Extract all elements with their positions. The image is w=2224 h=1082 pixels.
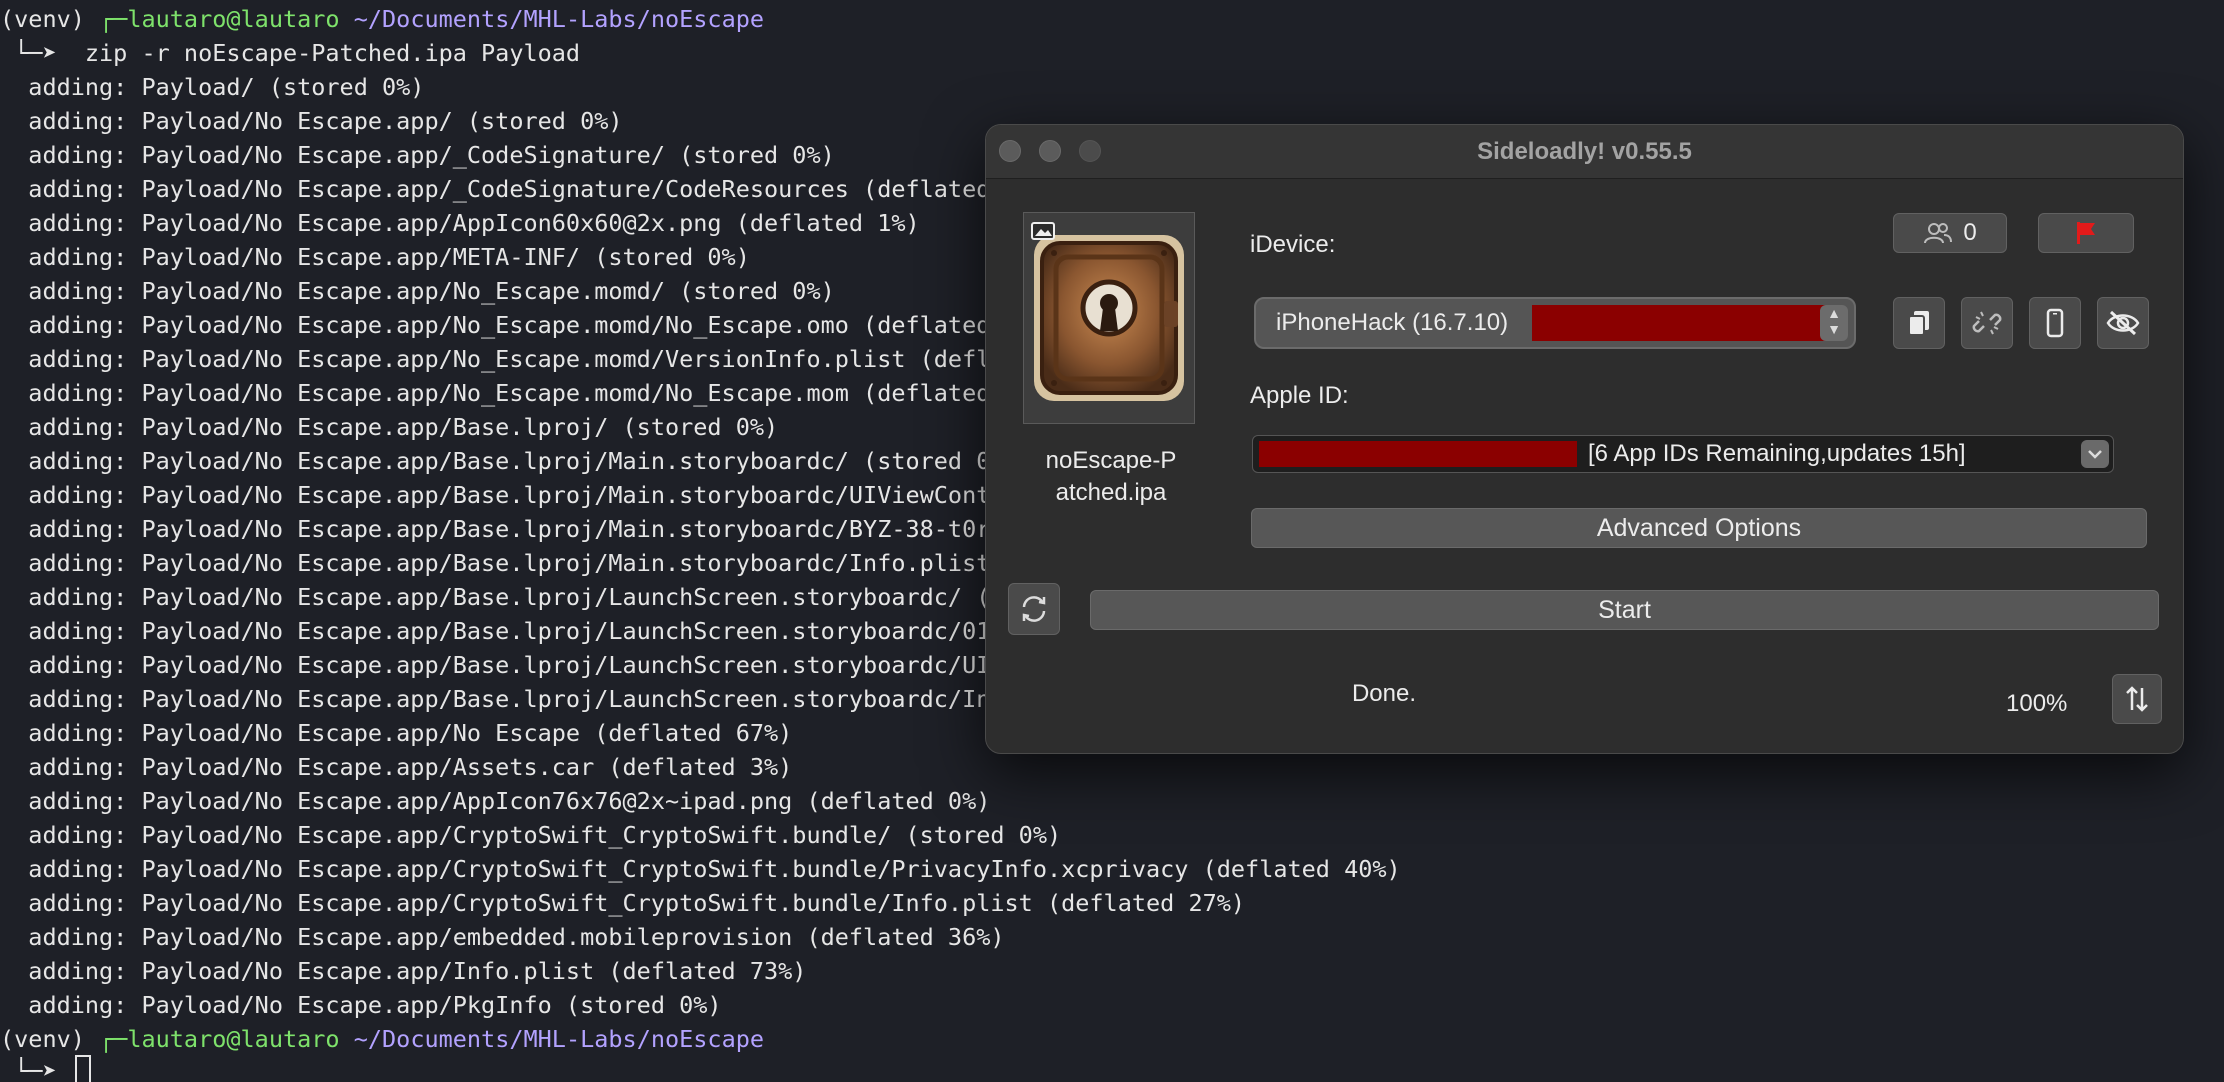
terminal-output-line: adding: Payload/No Escape.app/_CodeSigna… [0, 175, 991, 203]
terminal-prompt: (venv) ┌─lautaro@lautaro ~/Documents/MHL… [0, 2, 764, 36]
idevice-label: iDevice: [1250, 231, 1336, 258]
redaction-bar [1532, 305, 1827, 341]
terminal-output-line: adding: Payload/No Escape.app/Assets.car… [0, 753, 793, 781]
unlink-button[interactable] [1961, 297, 2013, 349]
terminal-input-line[interactable]: └─➤ [0, 1054, 91, 1082]
terminal-output-line: adding: Payload/No Escape.app/CryptoSwif… [0, 855, 1401, 883]
chevron-down-icon[interactable] [2081, 440, 2109, 468]
apple-id-combobox[interactable]: [6 App IDs Remaining,updates 15h] [1252, 435, 2114, 473]
terminal-prompt-2: (venv) ┌─lautaro@lautaro ~/Documents/MHL… [0, 1022, 764, 1056]
users-icon [1923, 221, 1953, 245]
terminal-output-line: adding: Payload/No Escape.app/Base.lproj… [0, 413, 779, 441]
terminal-command: └─➤ zip -r noEscape-Patched.ipa Payload [0, 39, 581, 67]
terminal-output-line: adding: Payload/No Escape.app/CryptoSwif… [0, 889, 1246, 917]
flag-icon [2073, 220, 2099, 246]
phone-button[interactable] [2029, 297, 2081, 349]
terminal-output-line: adding: Payload/No Escape.app/ (stored 0… [0, 107, 623, 135]
terminal-output-line: adding: Payload/No Escape.app/No_Escape.… [0, 345, 991, 373]
report-flag-button[interactable] [2038, 213, 2134, 253]
prompt-venv-2: (venv) [0, 1025, 85, 1053]
progress-percent: 100% [2006, 690, 2068, 717]
prompt-corner-2: ┌─ [84, 1025, 128, 1053]
prompt-corner: ┌─ [84, 5, 128, 33]
ipa-drop-area[interactable] [1023, 212, 1195, 424]
device-select[interactable]: iPhoneHack (16.7.10) ▲ ▼ [1254, 297, 1856, 349]
device-select-value: iPhoneHack (16.7.10) [1276, 309, 1509, 336]
redaction-bar [1259, 441, 1577, 467]
app-vault-icon [1031, 222, 1184, 401]
terminal-output-line: adding: Payload/No Escape.app/AppIcon76x… [0, 787, 991, 815]
terminal-output-line: adding: Payload/No Escape.app/Base.lproj… [0, 583, 991, 611]
stepper-icon[interactable]: ▲ ▼ [1820, 305, 1848, 341]
device-count-button[interactable]: 0 [1893, 213, 2007, 253]
terminal-output-line: adding: Payload/ (stored 0%) [0, 73, 425, 101]
phone-icon [2046, 308, 2064, 338]
terminal-output-line: adding: Payload/No Escape.app/PkgInfo (s… [0, 991, 722, 1019]
prompt-user-host-2: lautaro@lautaro [127, 1025, 340, 1053]
apple-id-label: Apple ID: [1250, 382, 1349, 409]
sideloadly-window[interactable]: Sideloadly! v0.55.5 noEscape-P atched.ip… [985, 124, 2184, 754]
terminal-output-line: adding: Payload/No Escape.app/No_Escape.… [0, 311, 991, 339]
advanced-options-button[interactable]: Advanced Options [1251, 508, 2147, 548]
eye-off-icon [2106, 310, 2140, 336]
terminal-output-line: adding: Payload/No Escape.app/No_Escape.… [0, 379, 991, 407]
start-button[interactable]: Start [1090, 590, 2159, 630]
title-bar[interactable]: Sideloadly! v0.55.5 [986, 125, 2183, 179]
sort-arrows-icon [2126, 686, 2148, 712]
apple-id-status: [6 App IDs Remaining,updates 15h] [1588, 440, 1966, 467]
terminal-output-line: adding: Payload/No Escape.app/Base.lproj… [0, 447, 991, 475]
prompt-arrow-2: └─➤ [0, 1057, 71, 1082]
terminal-output-line: adding: Payload/No Escape.app/AppIcon60x… [0, 209, 920, 237]
terminal-output-line: adding: Payload/No Escape.app/Base.lproj… [0, 651, 991, 679]
terminal-output-line: adding: Payload/No Escape.app/Base.lproj… [0, 549, 991, 577]
terminal-output-line: adding: Payload/No Escape.app/Base.lproj… [0, 515, 991, 543]
prompt-venv: (venv) [0, 5, 85, 33]
copy-button[interactable] [1893, 297, 1945, 349]
terminal-output-line: adding: Payload/No Escape.app/Info.plist… [0, 957, 807, 985]
copy-icon [1908, 311, 1929, 336]
terminal-output-line: adding: Payload/No Escape.app/No Escape … [0, 719, 793, 747]
device-count: 0 [1963, 219, 1977, 246]
sort-toggle-button[interactable] [2112, 674, 2162, 724]
unlink-icon [1972, 311, 2002, 335]
terminal-output-line: adding: Payload/No Escape.app/embedded.m… [0, 923, 1005, 951]
refresh-button[interactable] [1008, 583, 1060, 635]
terminal-cursor [74, 1055, 91, 1082]
refresh-icon [1022, 596, 1046, 622]
prompt-user-host: lautaro@lautaro [127, 5, 340, 33]
terminal-output-line: adding: Payload/No Escape.app/Base.lproj… [0, 685, 991, 713]
prompt-path: ~/Documents/MHL-Labs/noEscape [339, 5, 765, 33]
terminal-output-line: adding: Payload/No Escape.app/Base.lproj… [0, 481, 991, 509]
window-title: Sideloadly! v0.55.5 [1477, 138, 1692, 165]
status-text: Done. [1351, 680, 1417, 707]
terminal-output-line: adding: Payload/No Escape.app/META-INF/ … [0, 243, 750, 271]
terminal-output-line: adding: Payload/No Escape.app/No_Escape.… [0, 277, 835, 305]
ipa-file-name: noEscape-P atched.ipa [1045, 447, 1177, 506]
terminal-output-line: adding: Payload/No Escape.app/Base.lproj… [0, 617, 991, 645]
terminal-output-line: adding: Payload/No Escape.app/CryptoSwif… [0, 821, 1062, 849]
terminal-output-line: adding: Payload/No Escape.app/_CodeSigna… [0, 141, 835, 169]
prompt-path-2: ~/Documents/MHL-Labs/noEscape [339, 1025, 765, 1053]
hide-button[interactable] [2097, 297, 2149, 349]
